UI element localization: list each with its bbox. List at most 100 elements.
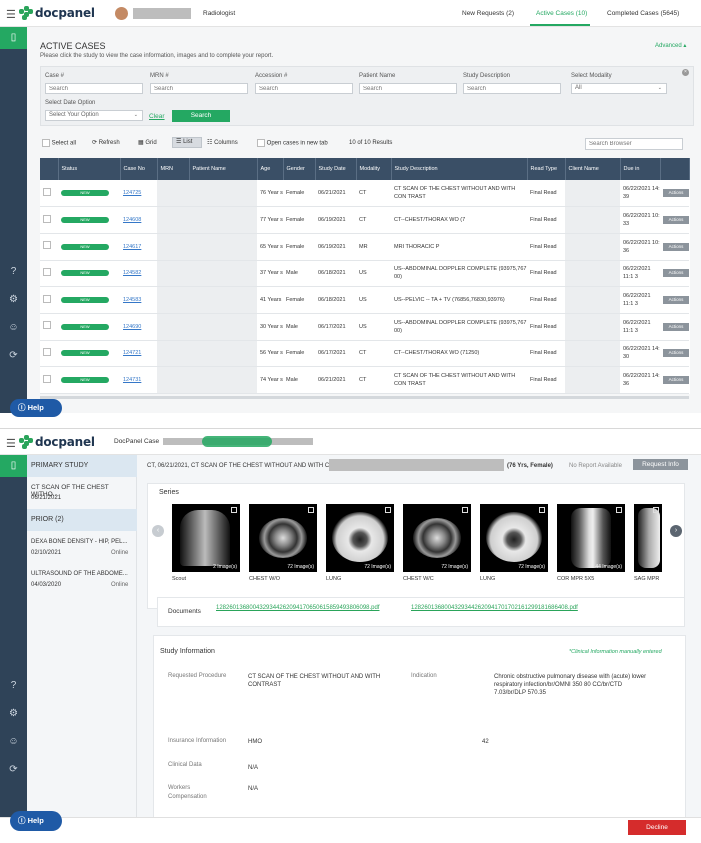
columns-button[interactable]: ☷ Columns: [207, 139, 238, 146]
expand-icon[interactable]: [231, 507, 237, 513]
actions-button[interactable]: Actions: [663, 189, 689, 198]
search-browser-input[interactable]: [585, 138, 683, 150]
case-link[interactable]: 124582: [123, 270, 141, 276]
user-icon[interactable]: ☺: [7, 321, 20, 334]
case-number-link[interactable]: 124583: [120, 286, 157, 314]
document-link[interactable]: 1282601368004329344262094170170216129918…: [411, 605, 578, 611]
request-info-button[interactable]: Request Info: [633, 459, 688, 470]
help-button[interactable]: ⓘ Help: [10, 811, 62, 831]
advanced-toggle[interactable]: Advanced ▴: [655, 42, 686, 49]
tab-completed-cases[interactable]: Completed Cases (5645): [607, 10, 679, 17]
row-checkbox-box[interactable]: [43, 374, 51, 383]
menu-icon[interactable]: ☰: [6, 8, 16, 21]
series-thumbnail[interactable]: 72 Image(s): [403, 504, 471, 572]
expand-icon[interactable]: [616, 507, 622, 513]
case-link[interactable]: 124608: [123, 217, 141, 223]
actions-button[interactable]: Actions: [663, 322, 689, 331]
header-age[interactable]: Age: [257, 158, 284, 180]
header-case-no[interactable]: Case No: [120, 158, 158, 180]
rail-case-active[interactable]: ▯: [0, 455, 27, 477]
actions-button[interactable]: Actions: [663, 216, 689, 225]
case-link[interactable]: 124583: [123, 297, 141, 303]
expand-icon[interactable]: [462, 507, 468, 513]
header-study-date[interactable]: Study Date: [315, 158, 357, 180]
row-checkbox[interactable]: [40, 340, 58, 368]
row-checkbox-box[interactable]: [43, 321, 51, 330]
actions-button[interactable]: Actions: [663, 376, 689, 385]
expand-icon[interactable]: [308, 507, 314, 513]
actions-button[interactable]: Actions: [663, 269, 689, 278]
actions-cell[interactable]: Actions: [660, 366, 689, 394]
document-link[interactable]: 1282601368004329344262094170650615859493…: [216, 605, 380, 611]
expand-icon[interactable]: [653, 507, 659, 513]
row-checkbox[interactable]: [40, 286, 58, 314]
header-mrn[interactable]: MRN: [157, 158, 190, 180]
close-filter-icon[interactable]: ×: [682, 69, 689, 76]
row-checkbox-box[interactable]: [43, 187, 51, 196]
expand-icon[interactable]: [385, 507, 391, 513]
table-row[interactable]: NEW 124583 41 Years Female 06/18/2021 US US--P…: [40, 286, 689, 314]
refresh-button[interactable]: ⟳ Refresh: [92, 139, 120, 146]
open-new-tab-checkbox[interactable]: [257, 139, 265, 147]
case-number-link[interactable]: 124731: [120, 366, 157, 394]
row-checkbox[interactable]: [40, 206, 58, 234]
header-patient-name[interactable]: Patient Name: [189, 158, 258, 180]
header-read-type[interactable]: Read Type: [527, 158, 566, 180]
open-new-tab-control[interactable]: Open cases in new tab: [257, 139, 328, 147]
case-number-link[interactable]: 124725: [120, 180, 157, 208]
table-row[interactable]: NEW 124617 65 Year s Female 06/19/2021 MR MRI …: [40, 233, 689, 261]
case-link[interactable]: 124617: [123, 244, 141, 250]
series-thumbnail[interactable]: [634, 504, 662, 572]
row-checkbox-box[interactable]: [43, 294, 51, 303]
select-all-checkbox[interactable]: [42, 139, 50, 147]
case-number-link[interactable]: 124608: [120, 206, 157, 234]
study-description-search-input[interactable]: [463, 83, 561, 94]
tab-new-requests[interactable]: New Requests (2): [462, 10, 514, 17]
menu-icon[interactable]: ☰: [6, 437, 16, 450]
help-button[interactable]: ⓘ Help: [10, 399, 62, 417]
case-link[interactable]: 124731: [123, 377, 141, 383]
case-link[interactable]: 124690: [123, 324, 141, 330]
actions-cell[interactable]: Actions: [660, 340, 689, 368]
row-checkbox-box[interactable]: [43, 241, 51, 250]
gear-icon[interactable]: ⚙: [7, 707, 20, 720]
row-checkbox[interactable]: [40, 366, 58, 394]
row-checkbox[interactable]: [40, 313, 58, 341]
header-gender[interactable]: Gender: [283, 158, 316, 180]
header-study-description[interactable]: Study Description: [391, 158, 528, 180]
row-checkbox[interactable]: [40, 260, 58, 288]
series-next-arrow[interactable]: ›: [670, 525, 682, 537]
series-thumbnail[interactable]: 2 Image(s): [172, 504, 240, 572]
case-search-input[interactable]: [45, 83, 143, 94]
tab-active-cases[interactable]: Active Cases (10): [536, 10, 587, 17]
help-circle-icon[interactable]: ?: [7, 679, 20, 692]
table-scrollbar[interactable]: [40, 396, 689, 399]
table-row[interactable]: NEW 124690 30 Year s Male 06/17/2021 US US--AB…: [40, 313, 689, 341]
decline-button[interactable]: Decline: [628, 820, 686, 835]
clear-link[interactable]: Clear: [149, 113, 165, 120]
row-checkbox-box[interactable]: [43, 347, 51, 356]
actions-cell[interactable]: Actions: [660, 233, 689, 261]
user-avatar[interactable]: [115, 7, 128, 20]
header-client-name[interactable]: Client Name: [565, 158, 621, 180]
table-row[interactable]: NEW 124721 56 Year s Female 06/17/2021 CT CT--…: [40, 340, 689, 368]
header-status[interactable]: Status: [58, 158, 121, 180]
docpanel-logo[interactable]: docpanel: [19, 435, 95, 449]
search-button[interactable]: Search: [172, 110, 230, 122]
series-thumbnail[interactable]: 72 Image(s): [249, 504, 317, 572]
actions-button[interactable]: Actions: [663, 242, 689, 251]
primary-study-item[interactable]: CT SCAN OF THE CHEST WITHO... 06/21/2021: [27, 479, 137, 505]
logout-icon[interactable]: ⟳: [7, 349, 20, 362]
actions-cell[interactable]: Actions: [660, 180, 689, 208]
header-due-in[interactable]: Due in: [620, 158, 661, 180]
actions-button[interactable]: Actions: [663, 296, 689, 305]
series-thumbnail[interactable]: 72 Image(s): [480, 504, 548, 572]
help-circle-icon[interactable]: ?: [7, 265, 20, 278]
accession-search-input[interactable]: [255, 83, 353, 94]
actions-button[interactable]: Actions: [663, 349, 689, 358]
case-number-link[interactable]: 124617: [120, 233, 157, 261]
table-row[interactable]: NEW 124725 76 Year s Female 06/21/2021 CT CT S…: [40, 180, 689, 208]
case-number-link[interactable]: 124721: [120, 340, 157, 368]
case-number-link[interactable]: 124690: [120, 313, 157, 341]
prior-study-item[interactable]: ULTRASOUND OF THE ABDOME... 04/03/2020 O…: [27, 567, 137, 595]
